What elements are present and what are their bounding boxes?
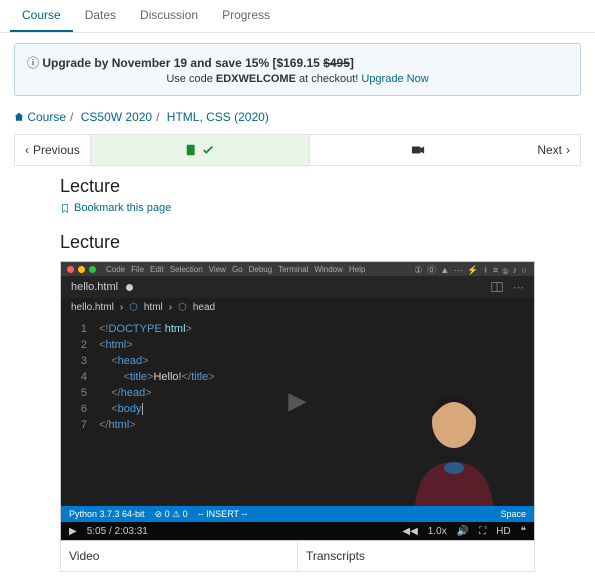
next-button[interactable]: Next› xyxy=(527,135,580,165)
check-icon xyxy=(201,143,215,157)
hd-button[interactable]: HD xyxy=(496,526,510,537)
prev-button[interactable]: ‹Previous xyxy=(15,135,90,165)
volume-button[interactable]: 🔊 xyxy=(457,526,469,537)
rewind-button[interactable]: ◀◀ xyxy=(402,526,417,537)
unit-tab-2[interactable] xyxy=(309,135,528,165)
video-time: 5:05 / 2:03:31 xyxy=(87,526,148,537)
unit-tab-1[interactable] xyxy=(90,135,309,165)
page-title: Lecture xyxy=(60,176,535,197)
book-icon xyxy=(185,143,199,157)
video-icon xyxy=(411,143,425,157)
video-sub-tabs: Video Transcripts xyxy=(60,541,535,572)
tab-video[interactable]: Video xyxy=(61,541,297,571)
home-icon xyxy=(14,112,24,122)
upgrade-link[interactable]: Upgrade Now xyxy=(361,73,428,85)
editor-tabbar: hello.html ⋯ xyxy=(61,276,534,298)
cc-button[interactable]: ❝ xyxy=(521,526,526,537)
play-overlay-icon[interactable]: ▶ xyxy=(288,387,306,416)
sequence-nav: ‹Previous Next› xyxy=(14,134,581,166)
play-button[interactable]: ▶ xyxy=(69,526,77,537)
tab-transcripts[interactable]: Transcripts xyxy=(297,541,534,571)
breadcrumb: Course/ CS50W 2020/ HTML, CSS (2020) xyxy=(14,110,581,124)
speed-button[interactable]: 1.0x xyxy=(428,526,447,537)
video-controls: ▶ 5:05 / 2:03:31 ◀◀ 1.0x 🔊 ⛶ HD ❝ xyxy=(61,522,534,540)
bookmark-link[interactable]: Bookmark this page xyxy=(60,202,171,214)
tab-dates[interactable]: Dates xyxy=(73,0,128,32)
tab-discussion[interactable]: Discussion xyxy=(128,0,210,32)
course-nav: Course Dates Discussion Progress xyxy=(0,0,595,33)
chevron-left-icon: ‹ xyxy=(25,143,29,157)
crumb-course[interactable]: Course xyxy=(27,110,66,124)
fullscreen-button[interactable]: ⛶ xyxy=(479,526,486,537)
tab-progress[interactable]: Progress xyxy=(210,0,282,32)
crumb-unit[interactable]: HTML, CSS (2020) xyxy=(167,110,269,124)
video-heading: Lecture xyxy=(60,232,535,253)
split-icon xyxy=(491,281,503,293)
upgrade-banner: ⓘ Upgrade by November 19 and save 15% [$… xyxy=(14,43,581,96)
editor-breadcrumb: hello.html › ⬡ html › ⬡ head xyxy=(61,298,534,317)
crumb-section[interactable]: CS50W 2020 xyxy=(81,110,152,124)
bookmark-icon xyxy=(60,203,70,213)
video-player[interactable]: CodeFileEditSelectionViewGoDebugTerminal… xyxy=(60,261,535,541)
vscode-statusbar: Python 3.7.3 64-bit ⊘ 0 ⚠ 0 -- INSERT --… xyxy=(61,506,534,522)
macos-menubar: CodeFileEditSelectionViewGoDebugTerminal… xyxy=(61,262,534,276)
speaker-person xyxy=(394,382,514,522)
chevron-right-icon: › xyxy=(566,143,570,157)
modified-dot-icon xyxy=(126,284,133,291)
info-icon: ⓘ xyxy=(27,56,39,70)
tab-course[interactable]: Course xyxy=(10,0,73,32)
ellipsis-icon: ⋯ xyxy=(513,281,524,294)
mac-menus: CodeFileEditSelectionViewGoDebugTerminal… xyxy=(106,265,365,274)
